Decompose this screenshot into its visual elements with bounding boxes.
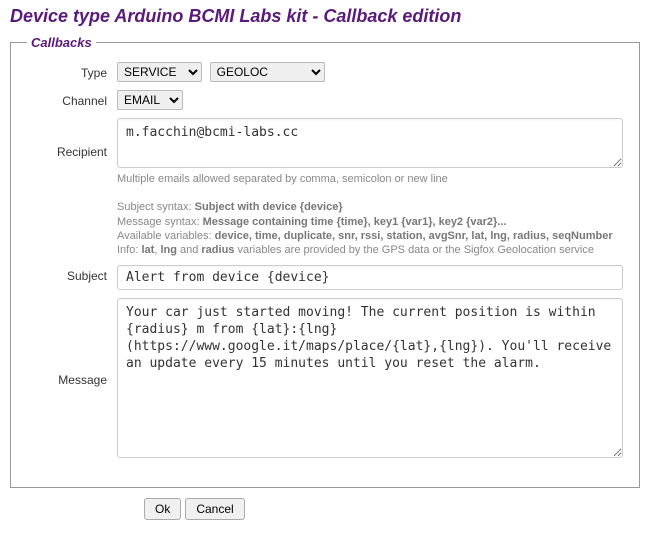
syntax-row: Subject syntax: Subject with device {dev… <box>27 194 623 257</box>
channel-select[interactable]: EMAIL <box>117 90 183 110</box>
channel-label: Channel <box>27 90 117 108</box>
callbacks-legend: Callbacks <box>27 35 96 50</box>
message-row: Message Your car just started moving! Th… <box>27 298 623 461</box>
recipient-help: Multiple emails allowed separated by com… <box>117 172 623 186</box>
cancel-button[interactable]: Cancel <box>185 498 244 520</box>
message-label: Message <box>27 373 117 387</box>
syntax-help: Subject syntax: Subject with device {dev… <box>117 200 623 257</box>
type-select[interactable]: SERVICE <box>117 62 202 82</box>
type-row: Type SERVICE GEOLOC <box>27 62 623 82</box>
channel-row: Channel EMAIL <box>27 90 623 110</box>
subject-row: Subject <box>27 265 623 290</box>
buttons-row: Ok Cancel <box>10 498 640 520</box>
recipient-row: Recipient m.facchin@bcmi-labs.cc Multipl… <box>27 118 623 186</box>
type-label: Type <box>27 62 117 80</box>
recipient-textarea[interactable]: m.facchin@bcmi-labs.cc <box>117 118 623 168</box>
recipient-label: Recipient <box>27 145 117 159</box>
callbacks-fieldset: Callbacks Type SERVICE GEOLOC Channel EM… <box>10 35 640 488</box>
type-subselect[interactable]: GEOLOC <box>210 62 325 82</box>
message-textarea[interactable]: Your car just started moving! The curren… <box>117 298 623 458</box>
ok-button[interactable]: Ok <box>144 498 181 520</box>
subject-input[interactable] <box>117 265 623 290</box>
subject-label: Subject <box>27 265 117 283</box>
page-title: Device type Arduino BCMI Labs kit - Call… <box>0 0 650 35</box>
